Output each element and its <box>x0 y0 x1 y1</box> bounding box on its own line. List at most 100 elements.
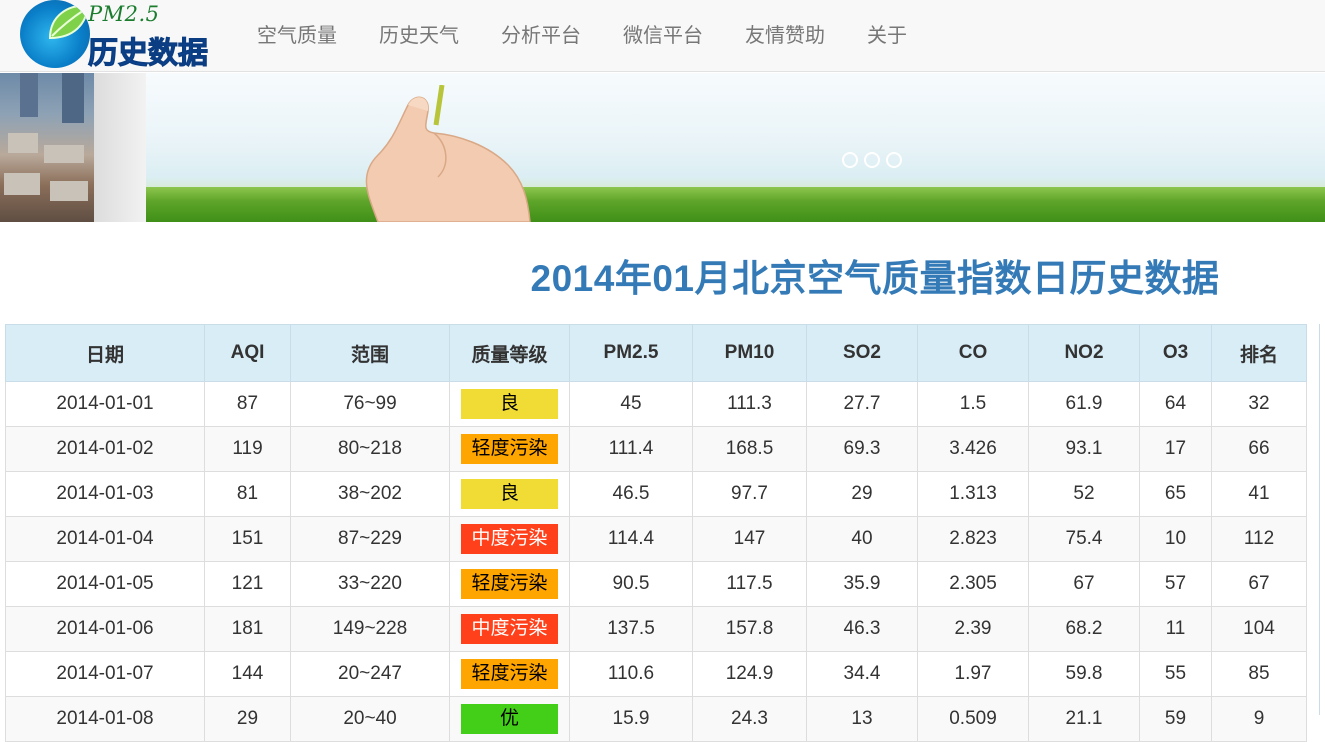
cell-level: 优 <box>449 696 570 742</box>
cell-co: 2.823 <box>917 516 1029 562</box>
cell-aqi: 81 <box>204 471 291 517</box>
cell-pm10: 97.7 <box>692 471 807 517</box>
cell-rank: 9 <box>1211 696 1307 742</box>
column-header-aqi[interactable]: AQI <box>204 324 291 382</box>
table-row: 2014-01-01 87 76~99 良 45 111.3 27.7 1.5 61.9 64 32 <box>5 381 1307 427</box>
scroll-edge <box>1319 324 1325 715</box>
city-slide-image <box>0 73 94 222</box>
quality-level-badge: 良 <box>461 389 558 419</box>
cell-pm25: 110.6 <box>569 651 693 697</box>
nav-item-about[interactable]: 关于 <box>846 0 928 72</box>
main-nav: 空气质量 历史天气 分析平台 微信平台 友情赞助 关于 <box>236 0 928 72</box>
column-header-level[interactable]: 质量等级 <box>449 324 570 382</box>
cell-rank: 32 <box>1211 381 1307 427</box>
cell-so2: 40 <box>806 516 918 562</box>
cell-range: 76~99 <box>290 381 450 427</box>
cell-so2: 29 <box>806 471 918 517</box>
column-header-co[interactable]: CO <box>917 324 1029 382</box>
column-header-pm25[interactable]: PM2.5 <box>569 324 693 382</box>
cell-aqi: 144 <box>204 651 291 697</box>
cell-so2: 69.3 <box>806 426 918 472</box>
cell-rank: 85 <box>1211 651 1307 697</box>
table-row: 2014-01-06 181 149~228 中度污染 137.5 157.8 46.3 2.… <box>5 606 1307 652</box>
column-header-pm10[interactable]: PM10 <box>692 324 807 382</box>
banner-carousel[interactable] <box>0 73 1325 222</box>
cell-pm10: 111.3 <box>692 381 807 427</box>
cell-date: 2014-01-08 <box>5 696 205 742</box>
cell-date: 2014-01-04 <box>5 516 205 562</box>
cell-no2: 93.1 <box>1028 426 1140 472</box>
cell-date: 2014-01-06 <box>5 606 205 652</box>
cell-pm10: 157.8 <box>692 606 807 652</box>
cell-level: 良 <box>449 381 570 427</box>
cell-co: 1.5 <box>917 381 1029 427</box>
cell-no2: 68.2 <box>1028 606 1140 652</box>
quality-level-badge: 优 <box>461 704 558 734</box>
table-body: 2014-01-01 87 76~99 良 45 111.3 27.7 1.5 61.9 64 32… <box>5 381 1307 742</box>
nav-item-history-weather[interactable]: 历史天气 <box>358 0 480 72</box>
cell-so2: 13 <box>806 696 918 742</box>
column-header-no2[interactable]: NO2 <box>1028 324 1140 382</box>
cell-pm10: 124.9 <box>692 651 807 697</box>
cell-rank: 67 <box>1211 561 1307 607</box>
cell-o3: 57 <box>1139 561 1212 607</box>
cell-level: 中度污染 <box>449 606 570 652</box>
cell-pm25: 15.9 <box>569 696 693 742</box>
carousel-indicator-3[interactable] <box>886 152 902 168</box>
column-header-o3[interactable]: O3 <box>1139 324 1212 382</box>
cell-range: 20~247 <box>290 651 450 697</box>
cell-o3: 11 <box>1139 606 1212 652</box>
leaf-globe-icon <box>20 0 90 68</box>
table-row: 2014-01-04 151 87~229 中度污染 114.4 147 40 2.823 75… <box>5 516 1307 562</box>
cell-pm25: 45 <box>569 381 693 427</box>
cell-no2: 67 <box>1028 561 1140 607</box>
cell-range: 38~202 <box>290 471 450 517</box>
cell-pm10: 117.5 <box>692 561 807 607</box>
cell-o3: 64 <box>1139 381 1212 427</box>
cell-aqi: 181 <box>204 606 291 652</box>
cell-range: 80~218 <box>290 426 450 472</box>
cell-date: 2014-01-05 <box>5 561 205 607</box>
carousel-indicators <box>842 152 902 168</box>
nav-item-air-quality[interactable]: 空气质量 <box>236 0 358 72</box>
logo-main-text: 历史数据 <box>88 37 209 71</box>
cell-aqi: 119 <box>204 426 291 472</box>
cell-level: 中度污染 <box>449 516 570 562</box>
site-logo[interactable]: PM2.5 历史数据 <box>14 0 226 71</box>
cell-level: 轻度污染 <box>449 426 570 472</box>
cell-pm25: 137.5 <box>569 606 693 652</box>
column-header-range[interactable]: 范围 <box>290 324 450 382</box>
cell-co: 1.97 <box>917 651 1029 697</box>
cell-level: 轻度污染 <box>449 561 570 607</box>
table-row: 2014-01-08 29 20~40 优 15.9 24.3 13 0.509 21.1 59 9 <box>5 696 1307 742</box>
cell-o3: 17 <box>1139 426 1212 472</box>
nav-item-sponsor[interactable]: 友情赞助 <box>724 0 846 72</box>
carousel-indicator-1[interactable] <box>842 152 858 168</box>
hand-holding-grass-image <box>365 85 531 222</box>
table-row: 2014-01-05 121 33~220 轻度污染 90.5 117.5 35.9 2.30… <box>5 561 1307 607</box>
cell-o3: 59 <box>1139 696 1212 742</box>
cell-aqi: 151 <box>204 516 291 562</box>
cell-co: 0.509 <box>917 696 1029 742</box>
carousel-indicator-2[interactable] <box>864 152 880 168</box>
column-header-so2[interactable]: SO2 <box>806 324 918 382</box>
cell-pm25: 90.5 <box>569 561 693 607</box>
cell-aqi: 29 <box>204 696 291 742</box>
nav-item-wechat[interactable]: 微信平台 <box>602 0 724 72</box>
table-row: 2014-01-02 119 80~218 轻度污染 111.4 168.5 69.3 3.4… <box>5 426 1307 472</box>
cell-date: 2014-01-01 <box>5 381 205 427</box>
nav-item-analysis[interactable]: 分析平台 <box>480 0 602 72</box>
cell-rank: 112 <box>1211 516 1307 562</box>
logo-pm-text: PM2.5 <box>88 2 160 26</box>
column-header-date[interactable]: 日期 <box>5 324 205 382</box>
column-header-rank[interactable]: 排名 <box>1211 324 1307 382</box>
cell-range: 33~220 <box>290 561 450 607</box>
page-title: 2014年01月北京空气质量指数日历史数据 <box>530 258 1220 299</box>
quality-level-badge: 轻度污染 <box>461 569 558 599</box>
cell-rank: 104 <box>1211 606 1307 652</box>
cell-pm10: 168.5 <box>692 426 807 472</box>
cell-o3: 55 <box>1139 651 1212 697</box>
cell-rank: 41 <box>1211 471 1307 517</box>
table-header-row: 日期 AQI 范围 质量等级 PM2.5 PM10 SO2 CO NO2 O3 排名 <box>5 324 1307 382</box>
cell-o3: 10 <box>1139 516 1212 562</box>
